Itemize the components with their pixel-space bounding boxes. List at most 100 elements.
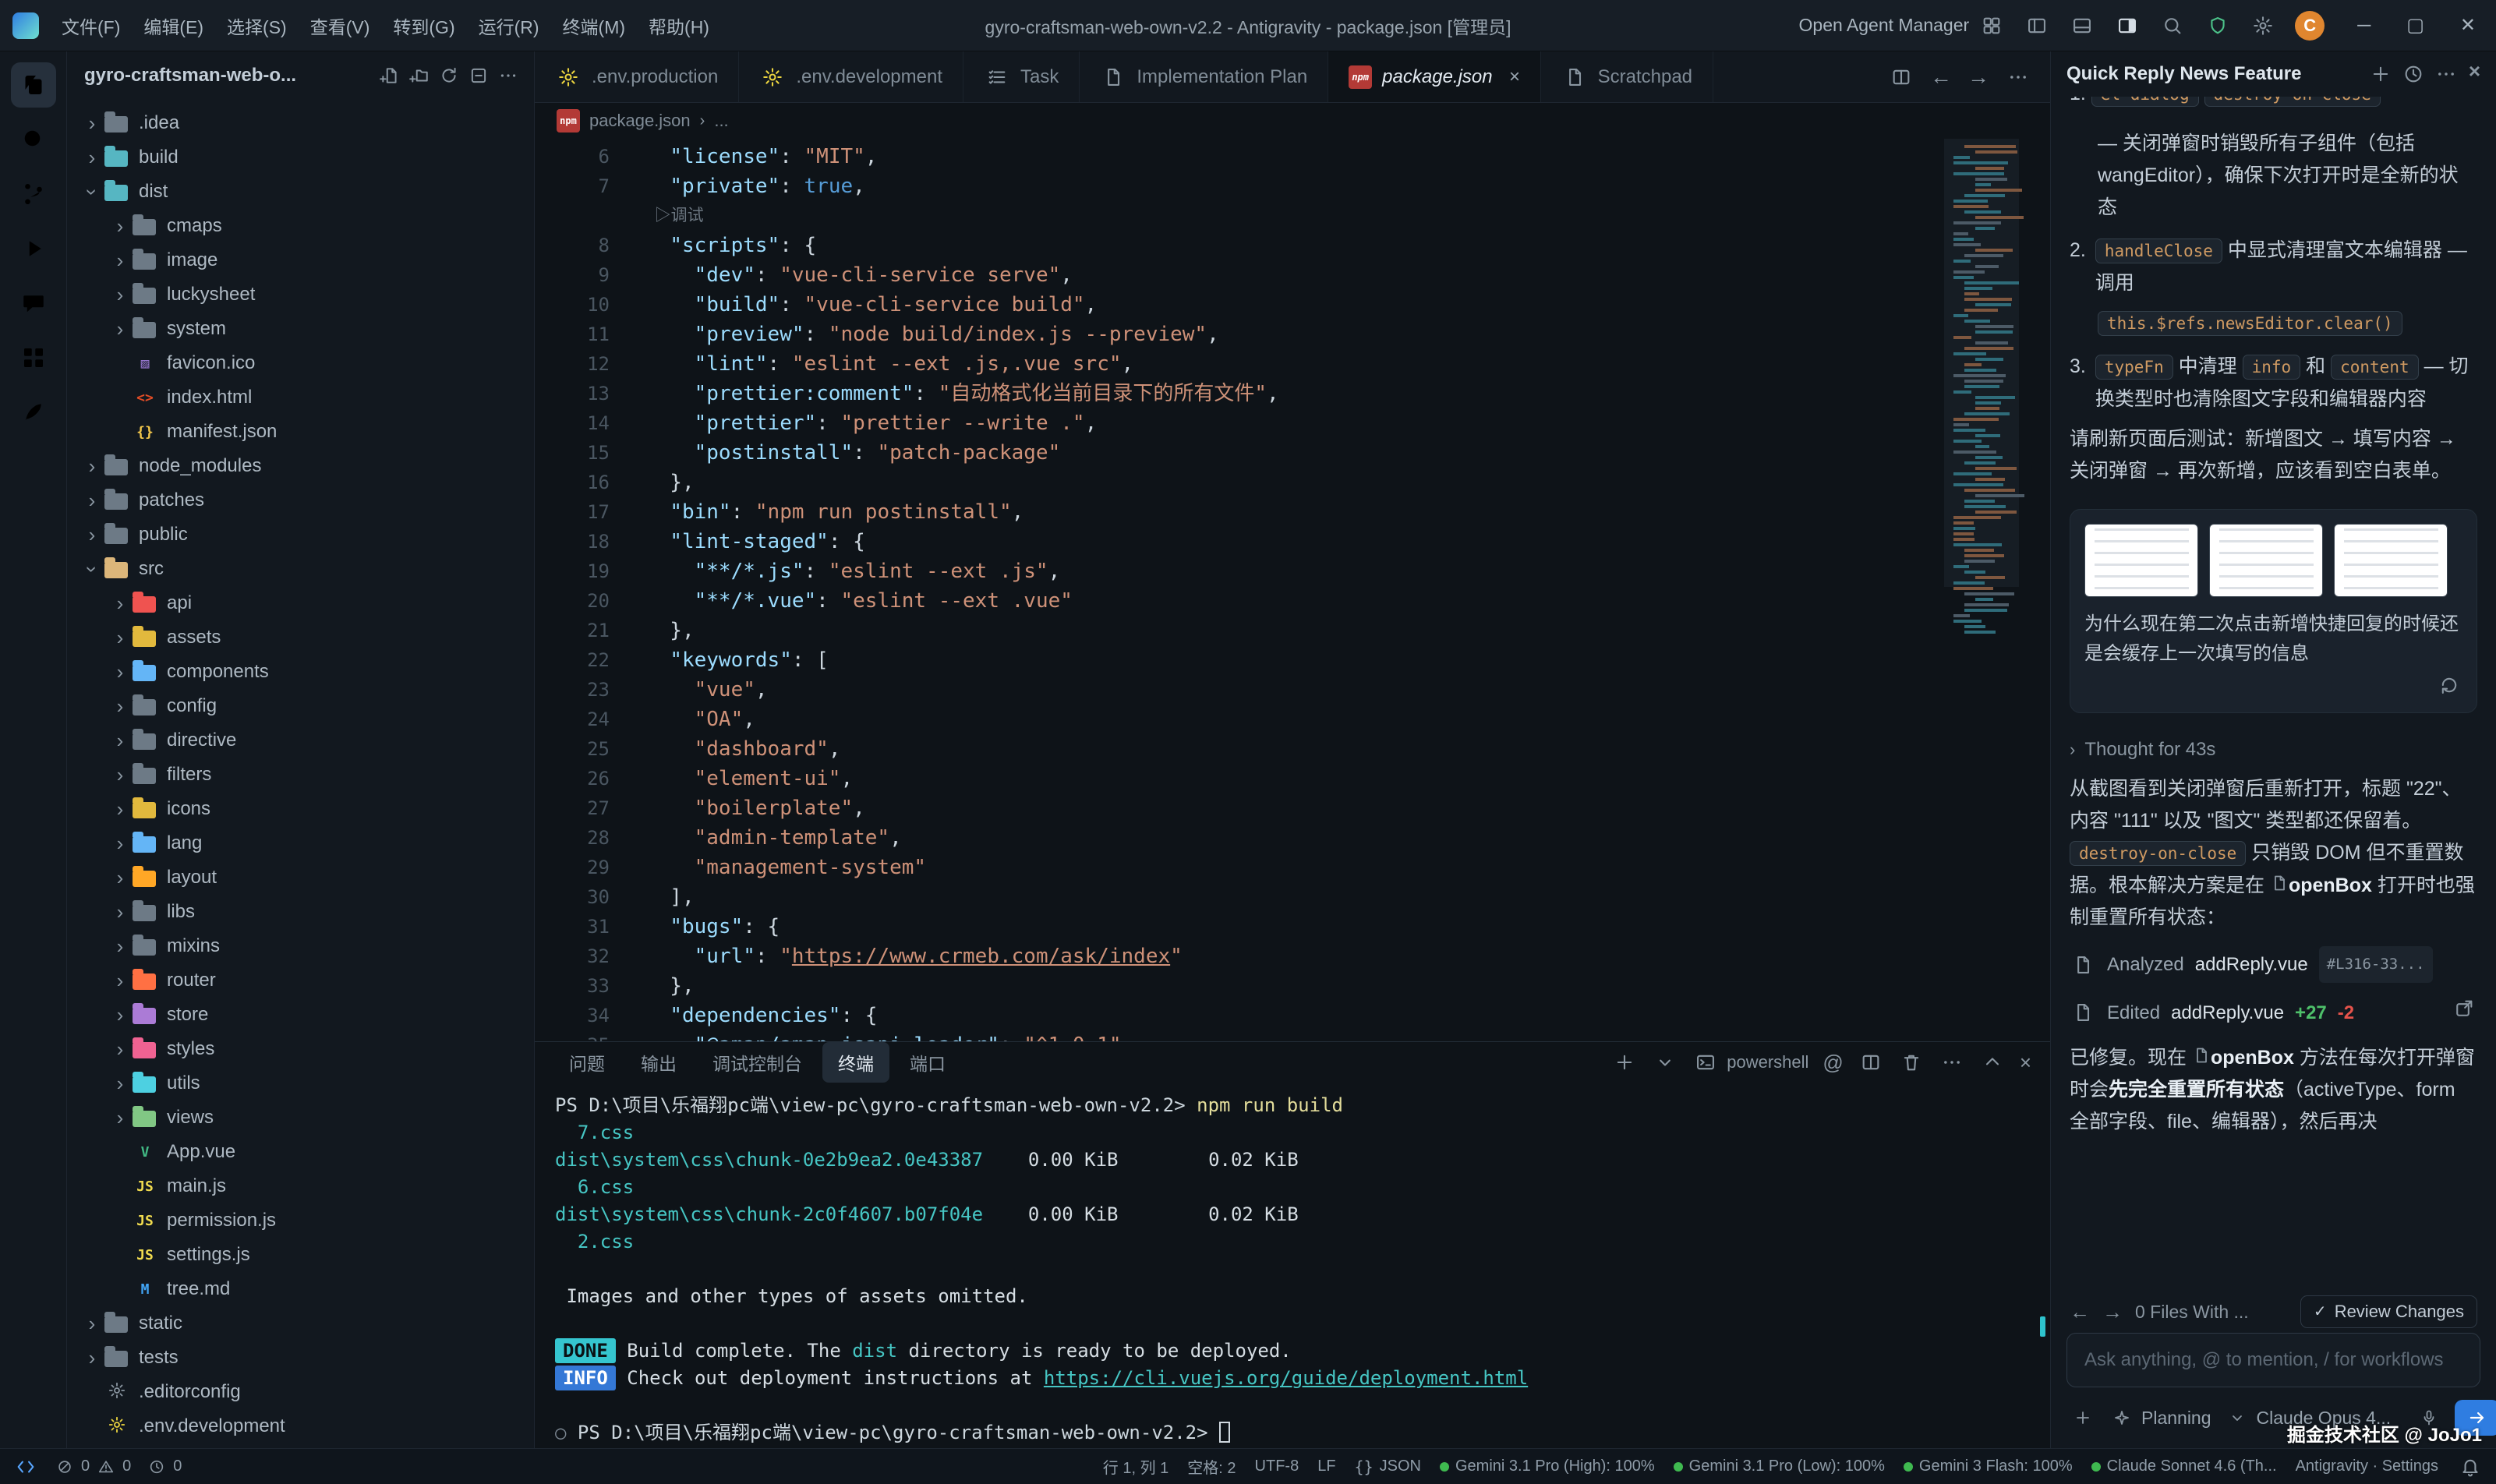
terminal-tab-输出[interactable]: 输出 (625, 1042, 692, 1083)
dots-icon[interactable] (2433, 61, 2459, 87)
status-cursor-position[interactable]: 行 1, 列 1 (1103, 1455, 1168, 1478)
close-panel-icon[interactable]: × (2020, 1052, 2031, 1072)
plus-icon[interactable] (2070, 1404, 2096, 1431)
activity-git[interactable] (11, 171, 56, 217)
tree-folder-tests[interactable]: ›tests (67, 1341, 534, 1375)
sidebarL-icon[interactable] (2024, 12, 2050, 39)
tree-folder-layout[interactable]: ›layout (67, 860, 534, 895)
model-quota[interactable]: Gemini 3.1 Pro (Low): 100% (1674, 1458, 1885, 1475)
tree-folder-cmaps[interactable]: ›cmaps (67, 209, 534, 243)
screenshot-thumbnail[interactable] (2209, 524, 2323, 597)
grid-icon[interactable] (1978, 12, 2005, 39)
tree-folder-static[interactable]: ›static (67, 1306, 534, 1341)
screenshot-thumbnail[interactable] (2084, 524, 2198, 597)
tree-file-index.html[interactable]: <>index.html (67, 380, 534, 415)
shield-icon[interactable] (2204, 12, 2231, 39)
plus-icon[interactable] (1611, 1049, 1638, 1076)
tree-folder-dist[interactable]: ›dist (67, 175, 534, 209)
tab-Task[interactable]: Task (963, 51, 1080, 102)
menu-查看(V)[interactable]: 查看(V) (299, 8, 382, 44)
tree-folder-icons[interactable]: ›icons (67, 792, 534, 826)
dots-icon[interactable] (1939, 1049, 1965, 1076)
collapse-icon[interactable] (465, 62, 492, 89)
explorer-project-title[interactable]: gyro-craftsman-web-o... (84, 65, 296, 87)
openext-icon[interactable] (2451, 995, 2477, 1022)
tree-folder-image[interactable]: ›image (67, 243, 534, 277)
model-quota[interactable]: Gemini 3 Flash: 100% (1904, 1458, 2073, 1475)
tree-folder-styles[interactable]: ›styles (67, 1032, 534, 1066)
menu-终端(M)[interactable]: 终端(M) (551, 8, 637, 44)
tab-.env.development[interactable]: .env.development (739, 51, 963, 102)
extra-indicator[interactable]: 0 (147, 1457, 182, 1477)
status-app-settings[interactable]: Antigravity · Settings (2296, 1458, 2438, 1475)
thought-toggle[interactable]: ›Thought for 43s (2070, 733, 2477, 765)
tree-folder-libs[interactable]: ›libs (67, 895, 534, 929)
tree-folder-views[interactable]: ›views (67, 1101, 534, 1135)
activity-ext[interactable] (11, 335, 56, 380)
chevUp-icon[interactable] (1979, 1049, 2006, 1076)
menu-转到(G)[interactable]: 转到(G) (381, 8, 466, 44)
bell-icon[interactable] (2457, 1454, 2484, 1480)
breadcrumb[interactable]: npm package.json › ... (535, 103, 2050, 139)
tree-file-main.js[interactable]: JSmain.js (67, 1169, 534, 1203)
tree-folder-filters[interactable]: ›filters (67, 758, 534, 792)
nav-back-icon[interactable]: ← (1930, 66, 1952, 88)
tree-folder-node_modules[interactable]: ›node_modules (67, 449, 534, 483)
file-operation-row[interactable]: EditedaddReply.vue+27-2 (2070, 995, 2477, 1030)
tab-package.json[interactable]: npmpackage.json× (1328, 51, 1540, 102)
refresh-icon[interactable] (436, 62, 462, 89)
close-chat-icon[interactable]: × (2469, 61, 2480, 87)
status-eol[interactable]: LF (1317, 1458, 1335, 1475)
tree-folder-patches[interactable]: ›patches (67, 483, 534, 518)
avatar[interactable]: C (2295, 11, 2325, 41)
tree-folder-luckysheet[interactable]: ›luckysheet (67, 277, 534, 312)
tree-folder-.idea[interactable]: ›.idea (67, 106, 534, 140)
nav-forward-icon[interactable]: → (2102, 1302, 2123, 1322)
tree-folder-public[interactable]: ›public (67, 518, 534, 552)
menu-编辑(E)[interactable]: 编辑(E) (132, 8, 215, 44)
tree-folder-config[interactable]: ›config (67, 689, 534, 723)
model-quota[interactable]: Gemini 3.1 Pro (High): 100% (1440, 1458, 1655, 1475)
tree-folder-api[interactable]: ›api (67, 586, 534, 620)
trash-icon[interactable] (1898, 1049, 1925, 1076)
tree-folder-src[interactable]: ›src (67, 552, 534, 586)
remote-icon[interactable] (12, 1454, 39, 1480)
dots-icon[interactable] (495, 62, 521, 89)
minimize-button[interactable]: ─ (2357, 16, 2370, 35)
chat-input[interactable] (2084, 1349, 2462, 1371)
shell-label[interactable]: powershell (1692, 1049, 1808, 1076)
tree-file-settings.js[interactable]: JSsettings.js (67, 1238, 534, 1272)
plus-icon[interactable] (2367, 61, 2394, 87)
panelR-icon[interactable] (2114, 12, 2141, 39)
terminal-output[interactable]: PS D:\项目\乐福翔pc端\view-pc\gyro-craftsman-w… (535, 1083, 2050, 1456)
terminal-tab-端口[interactable]: 端口 (894, 1042, 961, 1083)
tree-file-App.vue[interactable]: VApp.vue (67, 1135, 534, 1169)
nav-back-icon[interactable]: ← (2070, 1302, 2090, 1322)
status-indentation[interactable]: 空格: 2 (1187, 1455, 1236, 1478)
tree-file-.env.development[interactable]: .env.development (67, 1409, 534, 1443)
redo-icon[interactable] (2436, 672, 2462, 698)
tree-file-tree.md[interactable]: Mtree.md (67, 1272, 534, 1306)
tree-folder-assets[interactable]: ›assets (67, 620, 534, 655)
code-editor[interactable]: 6 "license": "MIT",7 "private": true, ▷调… (535, 139, 2050, 1041)
tab-.env.production[interactable]: .env.production (535, 51, 739, 102)
review-changes-button[interactable]: ✓ Review Changes (2300, 1295, 2477, 1328)
tree-folder-directive[interactable]: ›directive (67, 723, 534, 758)
tree-folder-lang[interactable]: ›lang (67, 826, 534, 860)
tree-file-manifest.json[interactable]: {}manifest.json (67, 415, 534, 449)
nav-forward-icon[interactable]: → (1967, 66, 1989, 88)
model-quota[interactable]: Claude Sonnet 4.6 (Th... (2091, 1458, 2277, 1475)
split-icon[interactable] (1888, 64, 1914, 90)
at-icon[interactable]: @ (1823, 1052, 1843, 1072)
tree-folder-utils[interactable]: ›utils (67, 1066, 534, 1101)
activity-files[interactable] (11, 62, 56, 108)
status-language[interactable]: {}JSON (1355, 1458, 1421, 1476)
minimap[interactable] (1947, 139, 2016, 1041)
menu-文件(F)[interactable]: 文件(F) (50, 8, 132, 44)
terminal-tab-调试控制台[interactable]: 调试控制台 (697, 1042, 818, 1083)
status-encoding[interactable]: UTF-8 (1255, 1458, 1299, 1475)
problems-indicator[interactable]: 00 (55, 1457, 131, 1477)
terminal-tab-问题[interactable]: 问题 (553, 1042, 620, 1083)
screenshot-thumbnail[interactable] (2334, 524, 2448, 597)
menu-选择(S)[interactable]: 选择(S) (215, 8, 299, 44)
